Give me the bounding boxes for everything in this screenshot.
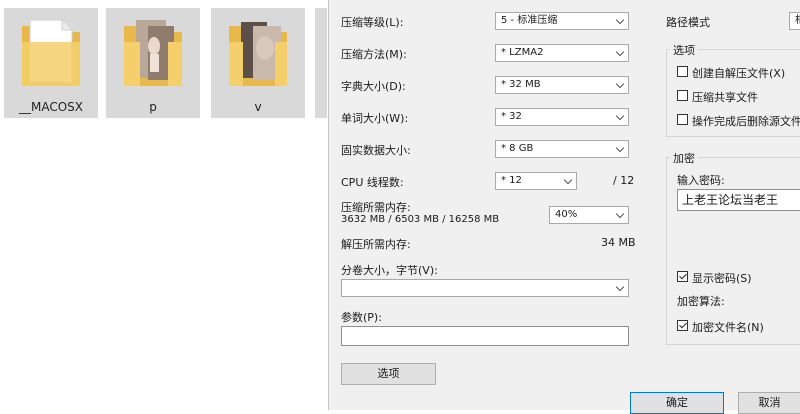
params-label: 参数(P): (341, 311, 382, 324)
encrypt-method-label: 加密算法: (677, 295, 725, 308)
folder-macosx[interactable]: __MACOSX (4, 8, 98, 118)
mem-compress-select[interactable]: 40% (549, 206, 629, 224)
mem-decompress-label: 解压所需内存: (341, 238, 411, 251)
word-value: * 32 (501, 111, 522, 122)
chevron-down-icon (615, 79, 625, 89)
folder-icon (229, 22, 287, 86)
folder-partial (315, 8, 327, 118)
encryption-group-title: 加密 (670, 150, 698, 166)
sfx-checkbox[interactable] (677, 66, 688, 77)
encrypt-names-label: 加密文件名(N) (692, 321, 764, 334)
path-mode-label: 路径模式 (666, 16, 710, 29)
file-explorer: __MACOSX p v (0, 0, 330, 410)
cpu-total: / 12 (613, 174, 635, 187)
show-password-label: 显示密码(S) (692, 272, 752, 285)
mem-compress-detail: 3632 MB / 6503 MB / 16258 MB (341, 214, 500, 225)
delete-label: 操作完成后删除源文件 (692, 115, 800, 128)
method-label: 压缩方法(M): (341, 48, 407, 61)
method-select[interactable]: * LZMA2 (495, 44, 629, 62)
chevron-down-icon (563, 175, 573, 185)
chevron-down-icon (615, 15, 625, 25)
word-select[interactable]: * 32 (495, 108, 629, 126)
volume-label: 分卷大小，字节(V): (341, 264, 438, 277)
folder-icon (124, 20, 182, 86)
chevron-down-icon (615, 282, 625, 292)
mem-compress-value: 40% (555, 209, 578, 220)
volume-select[interactable] (341, 279, 629, 297)
shared-label: 压缩共享文件 (692, 91, 758, 104)
encrypt-names-checkbox[interactable] (677, 320, 688, 331)
folder-icon (22, 19, 80, 86)
chevron-down-icon (615, 209, 625, 219)
path-mode-select[interactable]: 相 (789, 12, 800, 30)
mem-decompress-value: 34 MB (601, 236, 636, 249)
show-password-checkbox[interactable] (677, 271, 688, 282)
folder-p[interactable]: p (106, 8, 200, 118)
password-value: 上老王论坛当老王 (682, 193, 779, 207)
mem-compress-label: 压缩所需内存: (341, 201, 411, 214)
chevron-down-icon (615, 47, 625, 57)
chevron-down-icon (615, 143, 625, 153)
level-label: 压缩等级(L): (341, 16, 404, 29)
folder-name: v (254, 100, 262, 114)
method-value: * LZMA2 (501, 47, 544, 58)
password-input[interactable]: 上老王论坛当老王 (677, 189, 800, 211)
shared-checkbox[interactable] (677, 90, 688, 101)
folder-v[interactable]: v (211, 8, 305, 118)
params-input[interactable] (341, 326, 629, 346)
ok-button[interactable]: 确定 (630, 392, 724, 414)
sfx-label: 创建自解压文件(X) (692, 67, 786, 80)
chevron-down-icon (615, 111, 625, 121)
compression-dialog: 压缩等级(L): 5 - 标准压缩 压缩方法(M): * LZMA2 字典大小(… (328, 0, 800, 414)
dict-value: * 32 MB (501, 79, 541, 90)
cpu-value: * 12 (501, 175, 522, 186)
path-mode-value: 相 (795, 15, 800, 26)
solid-value: * 8 GB (501, 143, 534, 154)
options-button[interactable]: 选项 (341, 363, 436, 385)
folder-name: __MACOSX (18, 100, 83, 114)
dict-select[interactable]: * 32 MB (495, 76, 629, 94)
password-label: 输入密码: (677, 174, 725, 187)
folder-name: p (149, 100, 157, 114)
level-select[interactable]: 5 - 标准压缩 (495, 12, 629, 30)
cpu-label: CPU 线程数: (341, 176, 404, 189)
solid-select[interactable]: * 8 GB (495, 140, 629, 158)
cancel-button[interactable]: 取消 (738, 392, 800, 414)
delete-checkbox[interactable] (677, 114, 688, 125)
cpu-select[interactable]: * 12 (495, 172, 577, 190)
word-label: 单词大小(W): (341, 112, 409, 125)
options-group-title: 选项 (670, 42, 698, 58)
solid-label: 固实数据大小: (341, 144, 411, 157)
level-value: 5 - 标准压缩 (501, 15, 558, 26)
dict-label: 字典大小(D): (341, 80, 406, 93)
